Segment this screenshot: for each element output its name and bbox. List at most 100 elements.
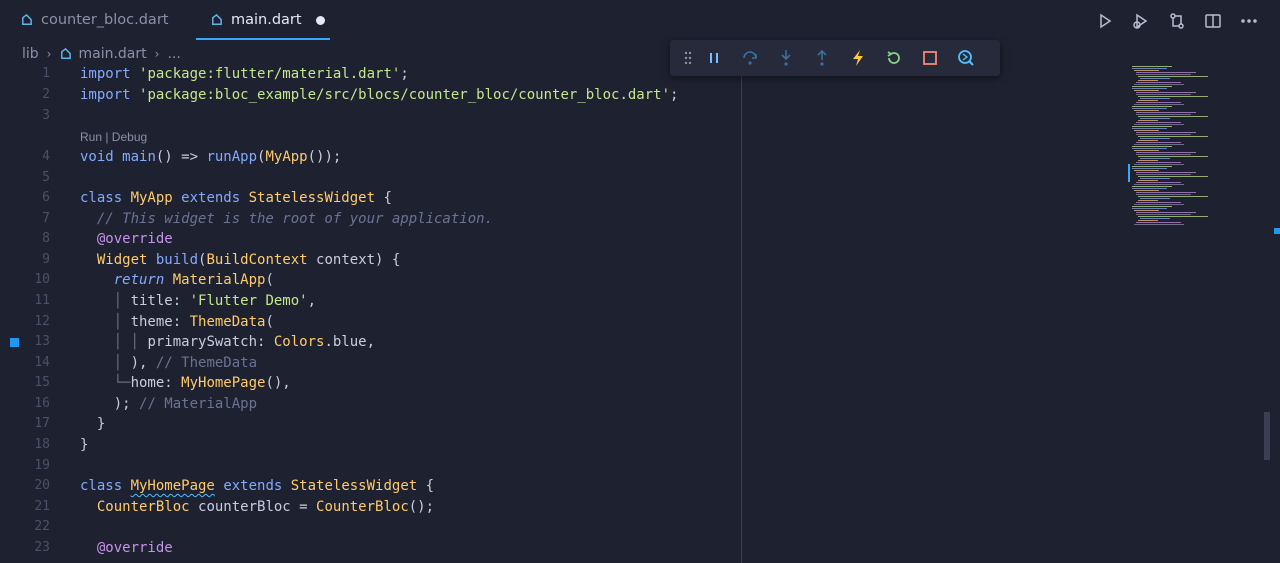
line-number[interactable]: 8 (0, 229, 50, 249)
line-number[interactable]: 18 (0, 435, 50, 455)
code-line[interactable]: 14 │ ), // ThemeData (0, 353, 1120, 373)
minimap-line (1132, 68, 1167, 69)
code-line[interactable]: 21 CounterBloc counterBloc = CounterBloc… (0, 497, 1120, 517)
line-number[interactable]: 3 (0, 106, 50, 126)
line-number[interactable]: 14 (0, 353, 50, 373)
devtools-icon[interactable] (948, 40, 984, 76)
code-line[interactable]: 5 (0, 168, 1120, 188)
minimap[interactable] (1128, 64, 1268, 234)
code-token: (), (265, 375, 291, 391)
scrollbar-thumb[interactable] (1264, 412, 1270, 460)
code-line[interactable]: 6 class MyApp extends StatelessWidget { (0, 188, 1120, 208)
step-over-icon[interactable] (732, 40, 768, 76)
minimap-line (1140, 158, 1170, 159)
code-line[interactable]: 16 ); // MaterialApp (0, 394, 1120, 414)
code-token: │ (113, 293, 131, 309)
code-line[interactable]: 23 @override (0, 538, 1120, 558)
line-number[interactable]: 23 (0, 538, 50, 558)
code-line[interactable]: 22 (0, 517, 1120, 537)
line-number[interactable]: 6 (0, 188, 50, 208)
line-number[interactable]: 20 (0, 476, 50, 496)
minimap-line (1136, 94, 1191, 95)
minimap-line (1132, 168, 1167, 169)
unsaved-dot-icon[interactable] (315, 15, 325, 25)
code-line[interactable]: 12 │ theme: ThemeData( (0, 312, 1120, 332)
line-number[interactable]: 4 (0, 147, 50, 167)
more-icon[interactable] (1238, 10, 1260, 32)
minimap-line (1132, 66, 1172, 67)
breadcrumb-folder[interactable]: lib (22, 46, 39, 62)
code-token: CounterBloc (316, 499, 409, 515)
line-number[interactable]: 7 (0, 209, 50, 229)
pause-icon[interactable] (696, 40, 732, 76)
code-line[interactable]: 2 import 'package:bloc_example/src/blocs/… (0, 85, 1120, 105)
line-code: import 'package:flutter/material.dart'; (80, 64, 409, 84)
gutter-marker[interactable] (10, 338, 19, 347)
dart-file-icon (212, 13, 222, 25)
breakpoint-overview-marker (1274, 228, 1280, 234)
code-line[interactable]: 15 └─home: MyHomePage(), (0, 373, 1120, 393)
step-into-icon[interactable] (768, 40, 804, 76)
line-number[interactable]: 2 (0, 85, 50, 105)
drag-grip-icon[interactable] (680, 40, 696, 76)
debug-run-icon[interactable] (1130, 10, 1152, 32)
line-number[interactable]: 11 (0, 291, 50, 311)
restart-icon[interactable] (876, 40, 912, 76)
code-line[interactable]: 18} (0, 435, 1120, 455)
line-number[interactable]: 13 (0, 332, 50, 352)
code-token: @override (96, 231, 173, 247)
editor-actions (1094, 10, 1260, 32)
line-number[interactable]: 9 (0, 250, 50, 270)
code-token: extends (181, 190, 249, 206)
code-line[interactable]: 20 class MyHomePage extends StatelessWidg… (0, 476, 1120, 496)
code-line[interactable]: 7 // This widget is the root of your app… (0, 209, 1120, 229)
tab-bar: counter_bloc.dart main.dart (0, 0, 1280, 40)
tab-counter-bloc[interactable]: counter_bloc.dart (20, 0, 168, 40)
code-editor[interactable]: 1 import 'package:flutter/material.dart';… (0, 64, 1280, 563)
code-line[interactable]: 4 void main() => runApp(MyApp()); (0, 147, 1120, 167)
code-token: ( (265, 272, 274, 288)
line-number[interactable]: 10 (0, 270, 50, 290)
editor-ruler (741, 76, 742, 563)
run-icon[interactable] (1094, 10, 1116, 32)
line-number[interactable]: 15 (0, 373, 50, 393)
line-number[interactable]: 16 (0, 394, 50, 414)
minimap-line (1132, 108, 1167, 109)
line-number[interactable]: 5 (0, 168, 50, 188)
line-number[interactable]: 17 (0, 414, 50, 434)
code-token: StatelessWidget (290, 478, 426, 494)
code-token: ; (400, 66, 409, 82)
step-out-icon[interactable] (804, 40, 840, 76)
codelens-run-debug[interactable]: Run | Debug (80, 128, 147, 146)
line-number[interactable]: 1 (0, 64, 50, 84)
code-line[interactable]: 11 │ title: 'Flutter Demo', (0, 291, 1120, 311)
split-editor-icon[interactable] (1202, 10, 1224, 32)
breadcrumb-file[interactable]: main.dart (78, 46, 146, 62)
minimap-line (1136, 142, 1181, 143)
code-line[interactable]: 9 Widget build(BuildContext context) { (0, 250, 1120, 270)
line-number[interactable]: 19 (0, 456, 50, 476)
code-token: 'package:flutter/material.dart' (139, 66, 401, 82)
breadcrumb-more[interactable]: ... (167, 46, 180, 62)
stop-icon[interactable] (912, 40, 948, 76)
line-number[interactable]: 12 (0, 312, 50, 332)
code-token: (); (408, 499, 435, 515)
code-line[interactable]: 10 return MaterialApp( (0, 270, 1120, 290)
code-line[interactable]: 19 (0, 456, 1120, 476)
line-number[interactable]: 22 (0, 517, 50, 537)
code-line[interactable]: 17 } (0, 414, 1120, 434)
minimap-line (1134, 124, 1184, 125)
source-control-icon[interactable] (1166, 10, 1188, 32)
hot-reload-icon[interactable] (840, 40, 876, 76)
code-line[interactable]: 8 @override (0, 229, 1120, 249)
code-line[interactable]: 3 (0, 106, 1120, 126)
line-number[interactable]: 21 (0, 497, 50, 517)
dart-file-icon (61, 47, 72, 59)
tab-main[interactable]: main.dart (196, 0, 330, 40)
minimap-line (1136, 114, 1191, 115)
minimap-line (1132, 126, 1172, 127)
code-line[interactable]: 13 │ │ primarySwatch: Colors.blue, (0, 332, 1120, 352)
minimap-line (1134, 204, 1184, 205)
